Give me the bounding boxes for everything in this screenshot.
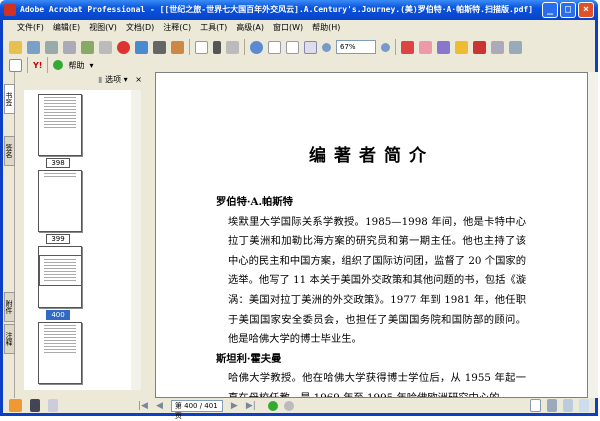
page-thumbnail[interactable] (38, 322, 82, 384)
zoom-in-icon[interactable] (250, 40, 263, 54)
yahoo-icon[interactable]: Y! (33, 61, 42, 70)
page-size-icon[interactable] (48, 399, 58, 412)
security-icon (9, 399, 22, 412)
page-mode-icon[interactable] (30, 399, 40, 412)
zoom-in-small-icon[interactable] (381, 42, 390, 52)
menu-document[interactable]: 文档(D) (126, 23, 154, 32)
menu-help[interactable]: 帮助(H) (312, 23, 340, 32)
single-page-icon[interactable] (530, 399, 541, 412)
stop-icon[interactable] (117, 40, 130, 54)
review-icon[interactable] (419, 40, 432, 54)
previous-page-button[interactable]: ◀ (156, 401, 163, 411)
organizer-icon[interactable] (27, 40, 40, 54)
main-toolbar: 67% (3, 36, 595, 58)
next-page-button[interactable]: ▶ (231, 401, 238, 411)
web-icon[interactable] (135, 40, 148, 54)
hand-tool-icon[interactable] (195, 40, 208, 54)
thumbnails-list: 398 399 400 (24, 90, 141, 390)
close-button[interactable]: × (578, 2, 594, 18)
secure-icon[interactable] (455, 40, 468, 54)
page-label: 399 (46, 234, 70, 244)
author-bio: 哈佛大学教授。他在哈佛大学获得博士学位后，从 1955 年起一直在母校任教，是 … (228, 372, 526, 398)
help-icon (53, 60, 64, 70)
menu-edit[interactable]: 编辑(E) (53, 23, 80, 32)
continuous-icon[interactable] (547, 399, 557, 412)
tools-icon[interactable] (509, 40, 522, 54)
title-bar: Adobe Acrobat Professional - [[世纪之旅-世界七大… (0, 0, 598, 20)
author-name: 罗伯特·A.帕斯特 (216, 196, 293, 208)
actual-size-icon[interactable] (268, 40, 281, 54)
page-thumbnail[interactable] (38, 94, 82, 156)
fit-width-icon[interactable] (304, 40, 317, 54)
thumbnails-scrollbar[interactable] (131, 90, 141, 390)
zoom-level-input[interactable]: 67% (336, 40, 376, 54)
page-label-selected: 400 (46, 310, 70, 320)
email-icon[interactable] (81, 40, 94, 54)
go-forward-icon[interactable] (283, 400, 294, 411)
edit-icon[interactable] (171, 40, 184, 54)
page-heading: 编著者简介 (309, 146, 434, 166)
print-production-icon[interactable] (491, 40, 504, 54)
acrobat-window: Adobe Acrobat Professional - [[世纪之旅-世界七大… (0, 0, 598, 420)
author-bio: 埃默里大学国际关系学教授。1985—1998 年间，他是卡特中心拉丁美洲和加勒比… (228, 215, 526, 346)
open-icon[interactable] (9, 40, 22, 54)
secondary-toolbar: Y! 帮助 ▾ (3, 57, 595, 73)
menu-file[interactable]: 文件(F) (17, 23, 44, 32)
pages-icon[interactable] (9, 58, 22, 72)
window-title: Adobe Acrobat Professional - [[世纪之旅-世界七大… (20, 5, 534, 14)
document-view: 编著者简介 罗伯特·A.帕斯特 埃默里大学国际关系学教授。1985—1998 年… (155, 72, 588, 398)
save-icon[interactable] (45, 40, 58, 54)
create-pdf-icon[interactable] (401, 40, 414, 54)
tab-attachments[interactable]: 附件 (4, 292, 15, 322)
zoom-out-icon[interactable] (322, 42, 331, 52)
select-tool-icon[interactable] (213, 40, 221, 54)
tab-comments[interactable]: 注释 (4, 324, 15, 354)
document-scrollbar[interactable] (588, 72, 598, 398)
author-name: 斯坦利·霍夫曼 (216, 352, 282, 365)
help-button[interactable]: 帮助 (68, 60, 84, 71)
close-panel-button[interactable]: × (135, 75, 142, 84)
continuous-facing-icon[interactable] (579, 399, 589, 412)
menu-advanced[interactable]: 高级(A) (236, 23, 264, 32)
facing-icon[interactable] (563, 399, 573, 412)
snapshot-icon[interactable] (226, 40, 239, 54)
page-thumbnail-current[interactable] (38, 246, 82, 308)
status-bar: |◀ ◀ 第 400 / 401 页 ▶ ▶| (3, 398, 595, 420)
first-page-button[interactable]: |◀ (138, 401, 148, 411)
pages-panel: ▮ 选项 ▾ × 398 399 400 (15, 72, 150, 398)
last-page-button[interactable]: ▶| (246, 401, 256, 411)
page-label: 398 (46, 158, 70, 168)
sign-icon[interactable] (473, 40, 486, 54)
acrobat-icon (4, 4, 16, 16)
menu-bar: 文件(F) 编辑(E) 视图(V) 文档(D) 注释(C) 工具(T) 高级(A) 窗口(W)… (3, 20, 595, 35)
menu-tools[interactable]: 工具(T) (200, 23, 227, 32)
find-icon[interactable] (153, 40, 166, 54)
fit-page-icon[interactable] (286, 40, 299, 54)
forms-icon[interactable] (437, 40, 450, 54)
menu-window[interactable]: 窗口(W) (273, 23, 303, 32)
navigation-tabs: 书签 签名 附件 注释 (3, 72, 15, 398)
menu-comments[interactable]: 注释(C) (163, 23, 191, 32)
options-button[interactable]: 选项 (105, 75, 121, 84)
page-thumbnail[interactable] (38, 170, 82, 232)
print-icon[interactable] (63, 40, 76, 54)
tab-bookmarks[interactable]: 书签 (4, 84, 15, 114)
minimize-button[interactable]: _ (542, 2, 558, 18)
go-back-icon[interactable] (267, 400, 278, 411)
menu-view[interactable]: 视图(V) (89, 23, 117, 32)
attach-icon[interactable] (99, 40, 112, 54)
tab-signatures[interactable]: 签名 (4, 136, 15, 166)
maximize-button[interactable]: □ (560, 2, 576, 18)
page-number-input[interactable]: 第 400 / 401 页 (170, 399, 223, 420)
